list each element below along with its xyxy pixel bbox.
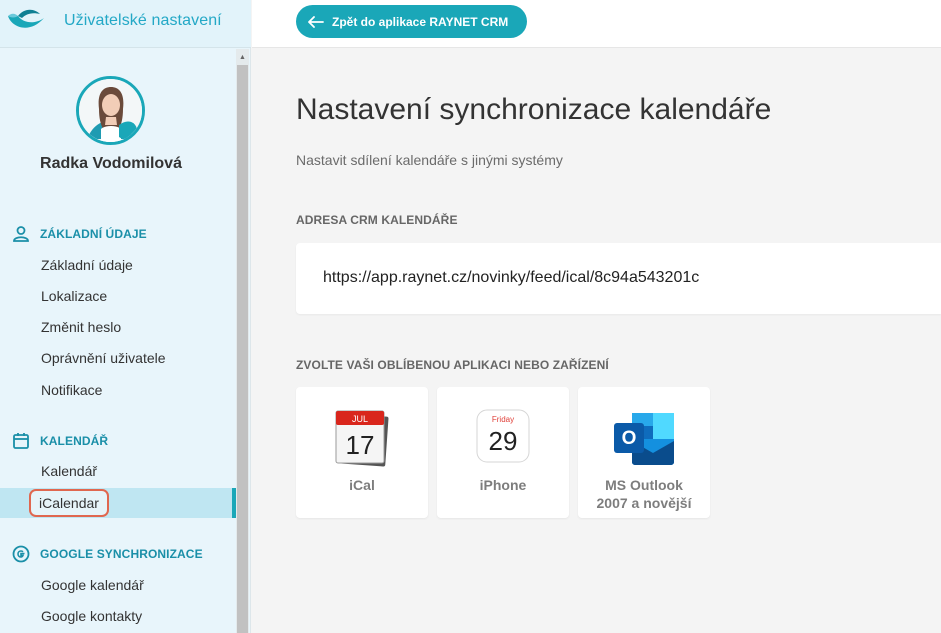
raynet-logo-icon[interactable] [6,6,46,32]
sidebar-item-google-contacts[interactable]: Google kontakty [0,601,236,631]
app-card-ical[interactable]: JUL 17 iCal [296,387,428,518]
app-name: iCal [349,477,375,493]
sidebar-item-notifications[interactable]: Notifikace [0,375,236,405]
app-card-iphone[interactable]: Friday 29 iPhone [437,387,569,518]
app-name: MS Outlook 2007 a novější [596,477,692,511]
app-name: iPhone [479,477,527,493]
top-bar: Zpět do aplikace RAYNET CRM [252,0,941,48]
sidebar-item-calendar[interactable]: Kalendář [0,456,236,486]
sidebar-item-google-calendar[interactable]: Google kalendář [0,570,236,600]
avatar[interactable] [76,76,145,145]
sidebar-item-localization[interactable]: Lokalizace [0,281,236,311]
person-icon [12,225,30,243]
back-to-app-button[interactable]: Zpět do aplikace RAYNET CRM [296,5,527,38]
app-card-outlook[interactable]: O MS Outlook 2007 a novější [578,387,710,518]
section-title: GOOGLE SYNCHRONIZACE [40,547,203,561]
outlook-icon: O [614,413,674,465]
sidebar-item-change-password[interactable]: Změnit heslo [0,312,236,342]
sidebar-scrollbar[interactable]: ▲ [236,49,249,633]
iphone-day: 29 [489,426,518,456]
page-subtitle: Nastavit sdílení kalendáře s jinými syst… [296,152,563,168]
ical-icon: JUL 17 [335,410,389,467]
crm-url-value[interactable]: https://app.raynet.cz/novinky/feed/ical/… [323,269,699,287]
sidebar-header: Uživatelské nastavení [0,0,251,48]
section-google-sync: GOOGLE SYNCHRONIZACE [12,544,203,564]
arrow-left-icon [308,15,324,28]
crm-url-label: ADRESA CRM KALENDÁŘE [296,213,458,227]
section-title: KALENDÁŘ [40,434,109,448]
scroll-up-arrow-icon[interactable]: ▲ [236,53,249,63]
iphone-weekday: Friday [492,415,514,424]
ical-month: JUL [352,414,368,424]
sidebar-item-user-permissions[interactable]: Oprávnění uživatele [0,343,236,373]
section-title: ZÁKLADNÍ ÚDAJE [40,227,147,241]
ical-day: 17 [346,430,375,460]
sidebar-item-label: iCalendar [29,489,109,517]
back-button-label: Zpět do aplikace RAYNET CRM [332,14,509,29]
sidebar-item-icalendar[interactable]: iCalendar [0,488,236,518]
section-basic-info: ZÁKLADNÍ ÚDAJE [12,224,147,244]
sidebar-scroll-area: Radka Vodomilová ZÁKLADNÍ ÚDAJE Základní… [0,49,236,633]
page-title: Nastavení synchronizace kalendáře [296,93,772,126]
apps-label: ZVOLTE VAŠI OBLÍBENOU APLIKACI NEBO ZAŘÍ… [296,358,609,372]
user-name: Radka Vodomilová [40,155,182,172]
crm-url-field[interactable]: https://app.raynet.cz/novinky/feed/ical/… [296,243,941,314]
google-icon [12,545,30,563]
calendar-icon [12,432,30,450]
avatar-photo-icon [79,79,142,142]
iphone-calendar-icon: Friday 29 [476,409,530,463]
sidebar-title: Uživatelské nastavení [64,12,222,29]
sidebar-item-basic-info[interactable]: Základní údaje [0,250,236,280]
section-calendar: KALENDÁŘ [12,431,108,451]
outlook-letter: O [622,428,637,449]
sidebar: Uživatelské nastavení Radka Vodomilová Z… [0,0,251,633]
scroll-thumb[interactable] [237,65,248,633]
